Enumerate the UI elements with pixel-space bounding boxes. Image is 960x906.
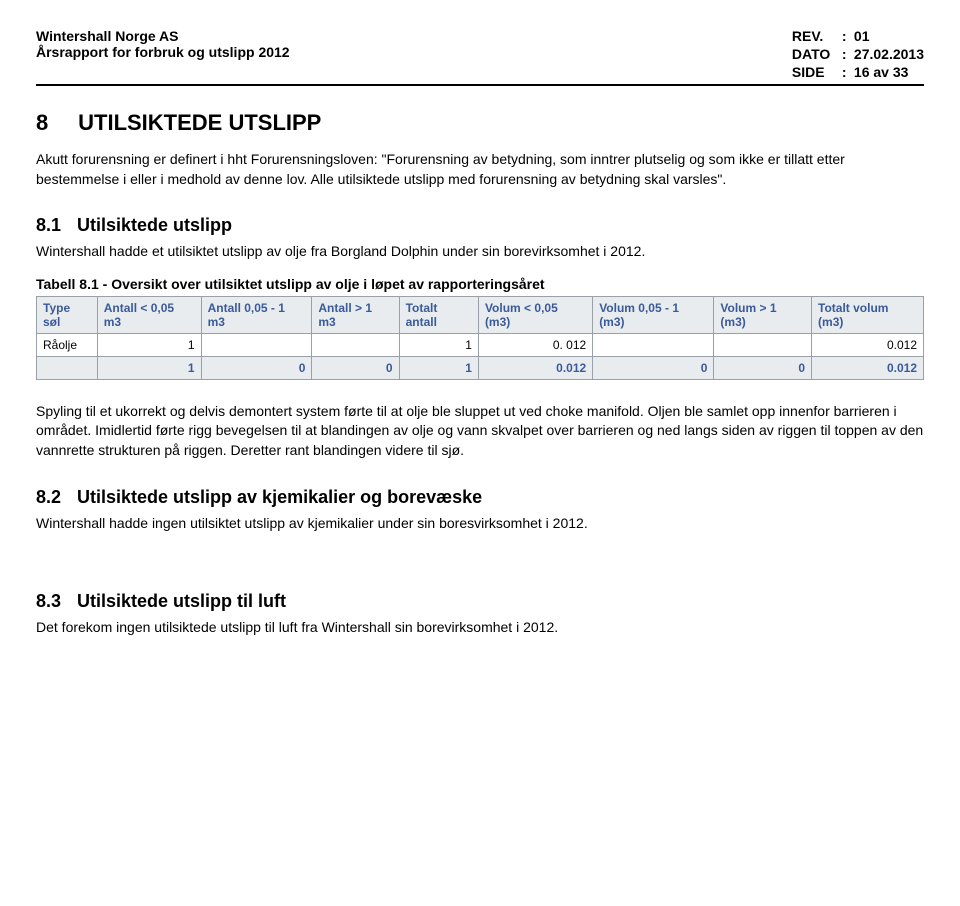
rev-value: 01	[854, 28, 870, 44]
table-header: Volum < 0,05 (m3)	[478, 296, 592, 333]
doc-subtitle: Årsrapport for forbruk og utslipp 2012	[36, 44, 792, 60]
section-number: 8.2	[36, 487, 72, 508]
rev-label: REV.	[792, 28, 842, 44]
section-8-1-heading: 8.1 Utilsiktede utslipp	[36, 215, 924, 236]
table-cell: 0	[312, 356, 399, 379]
table-cell	[201, 333, 312, 356]
section-title: UTILSIKTEDE UTSLIPP	[78, 110, 321, 135]
doc-header: Wintershall Norge AS Årsrapport for forb…	[36, 28, 924, 80]
section-8-3-heading: 8.3 Utilsiktede utslipp til luft	[36, 591, 924, 612]
table-cell	[593, 333, 714, 356]
table-cell: 0	[714, 356, 812, 379]
table-header-row: Type søl Antall < 0,05 m3 Antall 0,05 - …	[37, 296, 924, 333]
table-header: Antall > 1 m3	[312, 296, 399, 333]
section-number: 8.3	[36, 591, 72, 612]
section-title: Utilsiktede utslipp	[77, 215, 232, 235]
table-header: Totalt volum (m3)	[812, 296, 924, 333]
section-number: 8	[36, 110, 72, 136]
company-name: Wintershall Norge AS	[36, 28, 792, 44]
header-divider	[36, 84, 924, 86]
table-cell: 0.012	[812, 356, 924, 379]
table-cell: 0	[201, 356, 312, 379]
page-label: SIDE	[792, 64, 842, 80]
table-cell	[37, 356, 98, 379]
table-totals-row: 1 0 0 1 0.012 0 0 0.012	[37, 356, 924, 379]
section-title: Utilsiktede utslipp til luft	[77, 591, 286, 611]
table-row: Råolje 1 1 0. 012 0.012	[37, 333, 924, 356]
table-cell	[312, 333, 399, 356]
after-table-paragraph: Spyling til et ukorrekt og delvis demont…	[36, 402, 924, 461]
colon: :	[842, 46, 854, 62]
section-number: 8.1	[36, 215, 72, 236]
table-header: Volum > 1 (m3)	[714, 296, 812, 333]
table-cell	[714, 333, 812, 356]
page-value: 16 av 33	[854, 64, 909, 80]
table-cell: 1	[97, 333, 201, 356]
table-cell: Råolje	[37, 333, 98, 356]
section-8-1-body: Wintershall hadde et utilsiktet utslipp …	[36, 242, 924, 262]
table-cell: 1	[97, 356, 201, 379]
section-8-3-body: Det forekom ingen utilsiktede utslipp ti…	[36, 618, 924, 638]
section-8-heading: 8 UTILSIKTEDE UTSLIPP	[36, 110, 924, 136]
table-cell: 0.012	[478, 356, 592, 379]
section-8-intro: Akutt forurensning er definert i hht For…	[36, 150, 924, 189]
colon: :	[842, 28, 854, 44]
table-header: Antall 0,05 - 1 m3	[201, 296, 312, 333]
section-title: Utilsiktede utslipp av kjemikalier og bo…	[77, 487, 482, 507]
table-cell: 1	[399, 356, 478, 379]
table-header: Volum 0,05 - 1 (m3)	[593, 296, 714, 333]
section-8-2-heading: 8.2 Utilsiktede utslipp av kjemikalier o…	[36, 487, 924, 508]
table-cell: 1	[399, 333, 478, 356]
table-header: Antall < 0,05 m3	[97, 296, 201, 333]
table-cell: 0. 012	[478, 333, 592, 356]
spill-table: Type søl Antall < 0,05 m3 Antall 0,05 - …	[36, 296, 924, 380]
date-label: DATO	[792, 46, 842, 62]
table-caption: Tabell 8.1 - Oversikt over utilsiktet ut…	[36, 276, 924, 292]
table-cell: 0	[593, 356, 714, 379]
section-8-2-body: Wintershall hadde ingen utilsiktet utsli…	[36, 514, 924, 534]
date-value: 27.02.2013	[854, 46, 924, 62]
colon: :	[842, 64, 854, 80]
doc-meta: REV. : 01 DATO : 27.02.2013 SIDE : 16 av…	[792, 28, 924, 80]
table-header: Totalt antall	[399, 296, 478, 333]
table-cell: 0.012	[812, 333, 924, 356]
table-header: Type søl	[37, 296, 98, 333]
